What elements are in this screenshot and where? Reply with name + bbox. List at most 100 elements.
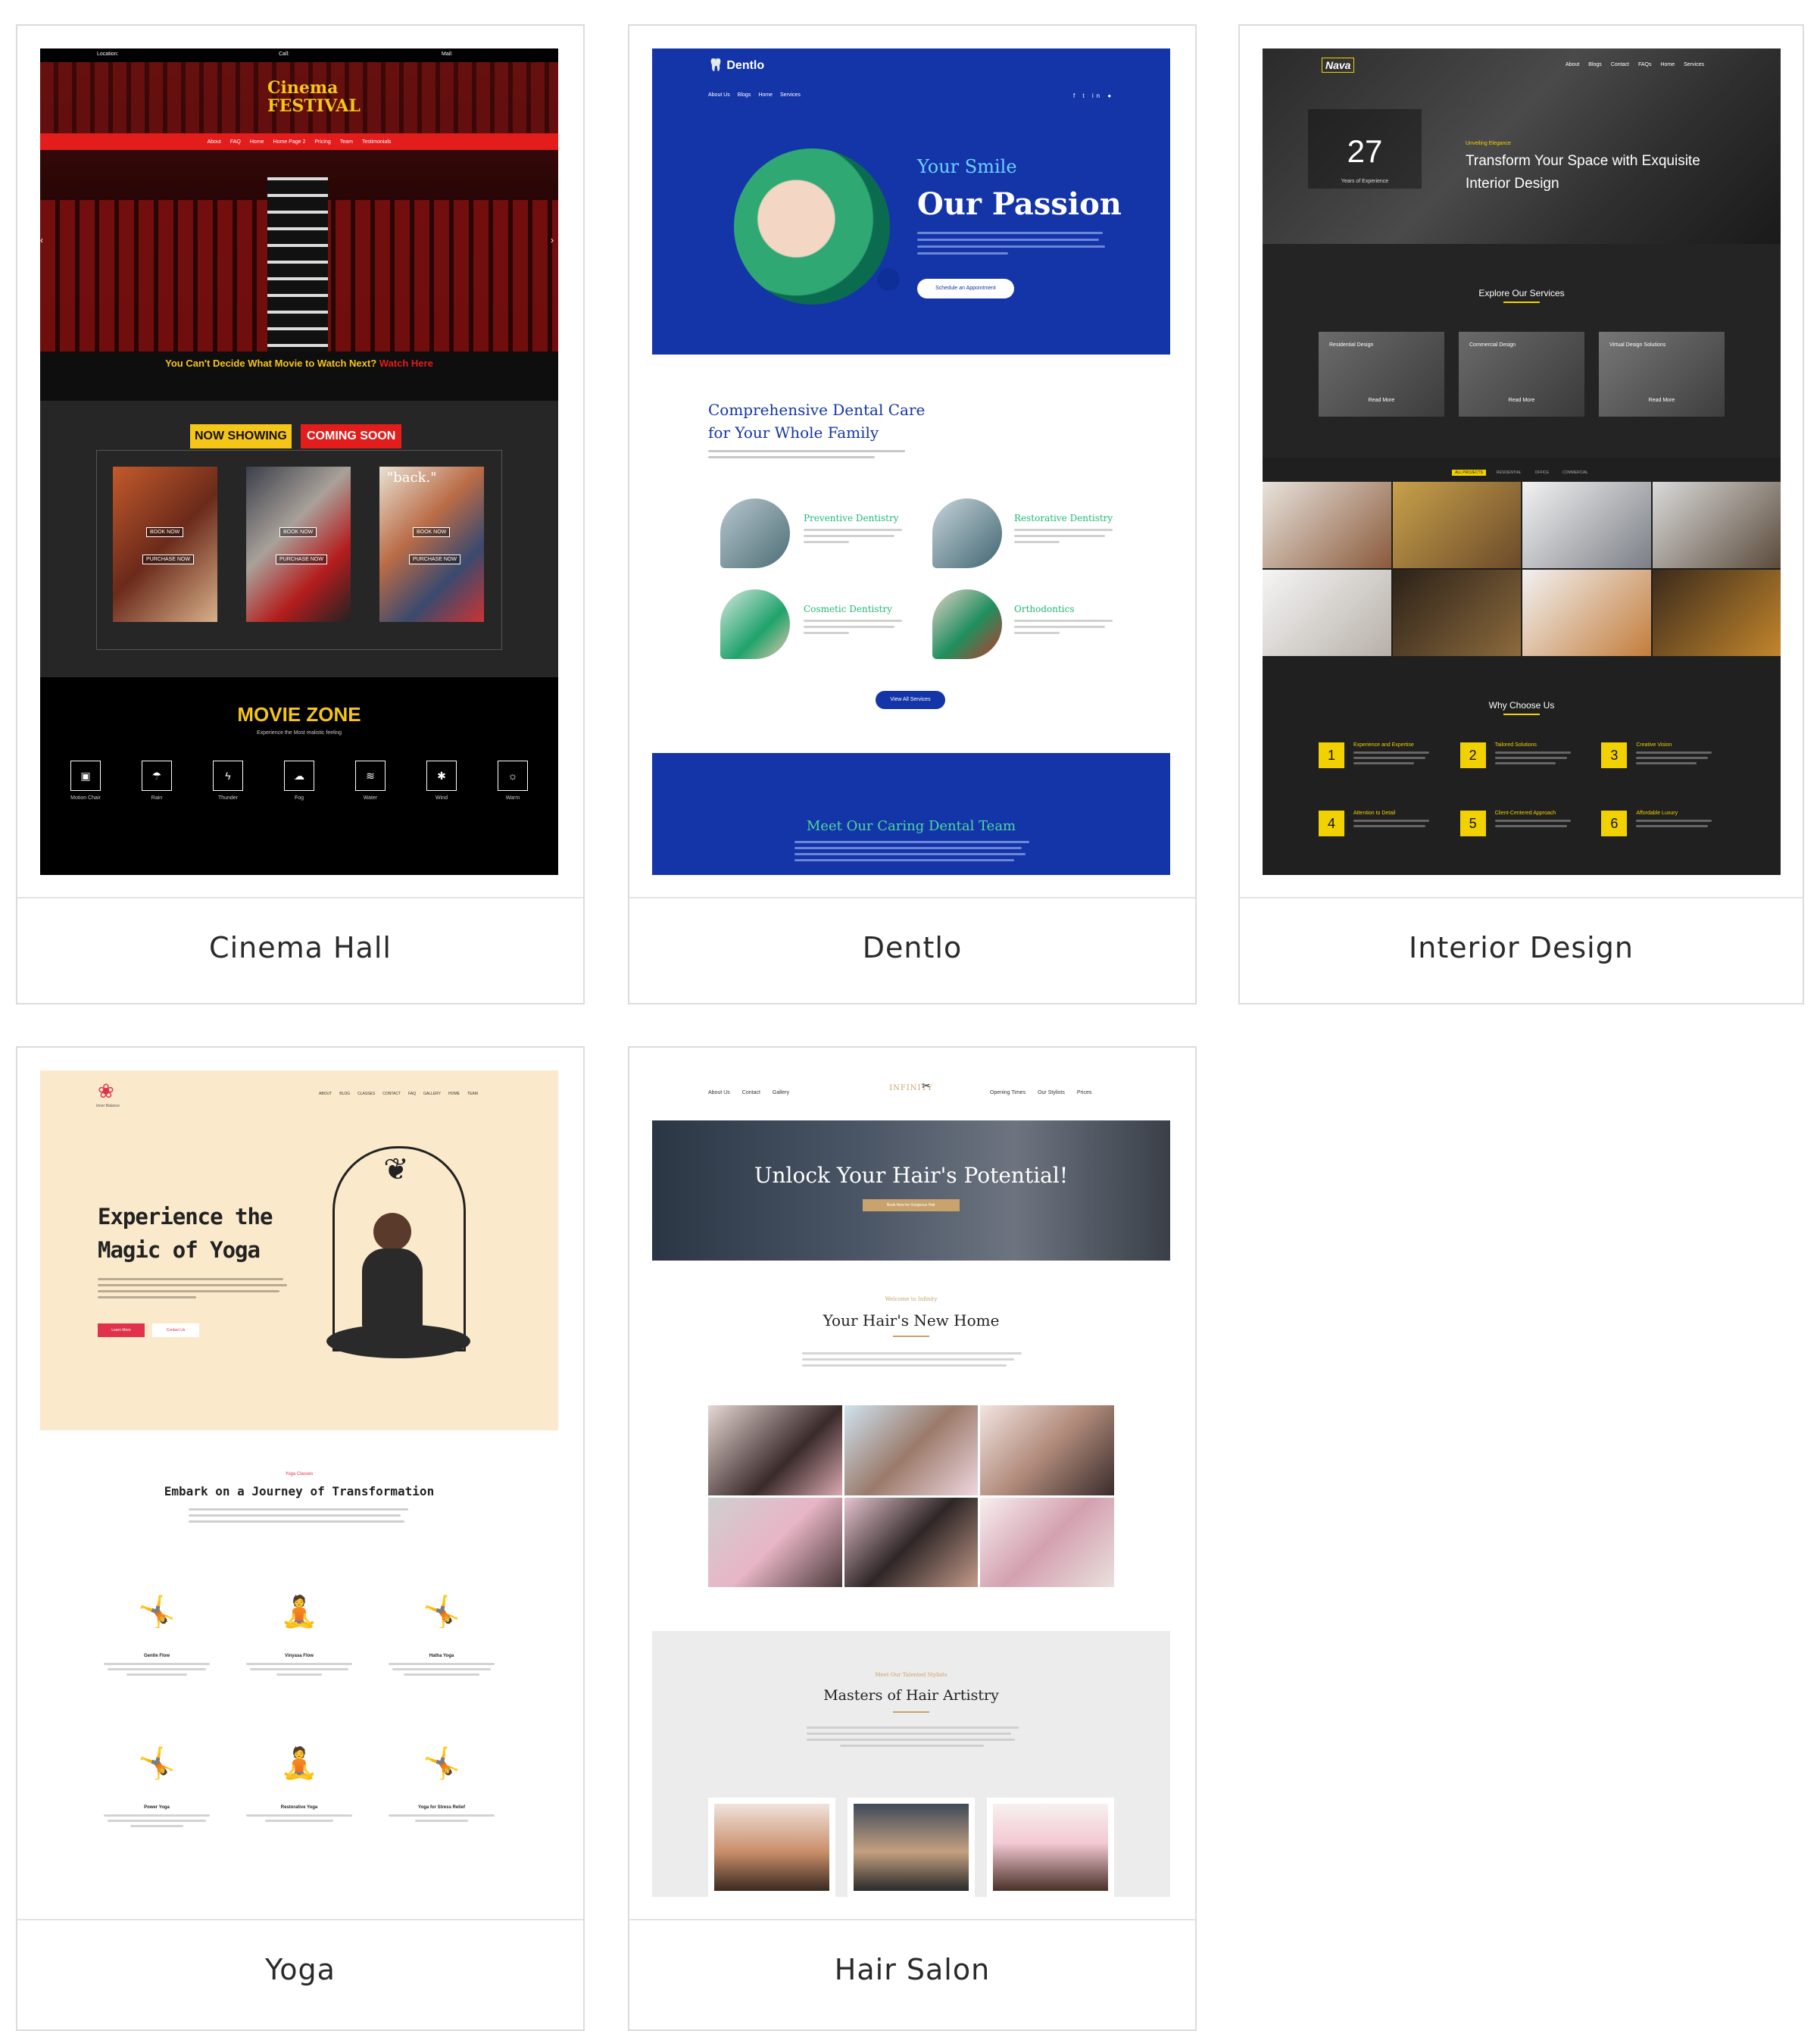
project-photo[interactable]: [1263, 570, 1391, 656]
filter-tab[interactable]: ALL PROJECTS: [1452, 470, 1486, 476]
yoga-nav-item[interactable]: ABOUT: [319, 1092, 332, 1096]
filter-tab[interactable]: RESIDENTIAL: [1494, 470, 1525, 476]
salon-nav-item[interactable]: Opening Times: [990, 1090, 1026, 1095]
purchase-now-button[interactable]: PURCHASE NOW: [409, 555, 460, 564]
service-name[interactable]: Preventive Dentistry: [804, 513, 898, 523]
book-now-button[interactable]: Book Now for Gorgeous Hair: [863, 1199, 960, 1211]
dentlo-logo[interactable]: Dentlo: [726, 59, 764, 72]
service-card[interactable]: Commercial Design Read More: [1459, 332, 1584, 417]
template-card-hair-salon[interactable]: About Us Contact Gallery INFINITY ✂ Open…: [628, 1046, 1197, 2031]
interior-nav-item[interactable]: FAQs: [1638, 62, 1652, 67]
dentlo-nav-item[interactable]: Services: [780, 92, 801, 98]
cinema-nav-item[interactable]: Pricing: [314, 139, 330, 145]
read-more-link[interactable]: Read More: [1459, 398, 1584, 403]
cinema-tagline-link[interactable]: Watch Here: [379, 358, 433, 369]
salon-nav-item[interactable]: Gallery: [773, 1090, 789, 1095]
interior-nav-item[interactable]: Contact: [1611, 62, 1629, 67]
stylist-card[interactable]: [848, 1798, 975, 1897]
service-card[interactable]: Virtual Design Solutions Read More: [1599, 332, 1725, 417]
contact-us-button[interactable]: Contact Us: [152, 1323, 199, 1337]
yoga-nav-item[interactable]: TEAM: [467, 1092, 478, 1096]
gallery-photo[interactable]: [980, 1405, 1114, 1495]
movie-poster[interactable]: [246, 467, 351, 622]
tab-now-showing[interactable]: NOW SHOWING: [190, 424, 292, 448]
salon-nav-item[interactable]: About Us: [708, 1090, 730, 1095]
cinema-nav-item[interactable]: Home: [250, 139, 264, 145]
book-now-button[interactable]: BOOK NOW: [146, 527, 184, 537]
dentlo-nav-item[interactable]: Blogs: [738, 92, 751, 98]
yoga-nav-item[interactable]: BLOG: [339, 1092, 350, 1096]
salon-nav-item[interactable]: Contact: [742, 1090, 760, 1095]
yoga-class[interactable]: 🤸 Hatha Yoga: [370, 1570, 513, 1722]
card-title[interactable]: Interior Design: [1240, 898, 1803, 997]
gallery-photo[interactable]: [844, 1497, 979, 1587]
project-photo[interactable]: [1392, 570, 1521, 656]
interior-nav-item[interactable]: Blogs: [1588, 62, 1602, 67]
movie-poster[interactable]: [379, 467, 484, 622]
tab-coming-soon[interactable]: COMING SOON: [301, 424, 402, 448]
cinema-nav-item[interactable]: Home Page 2: [273, 139, 306, 145]
stylist-card[interactable]: [987, 1798, 1114, 1897]
gallery-photo[interactable]: [844, 1405, 979, 1495]
yoga-class[interactable]: 🧘 Restorative Yoga: [228, 1722, 370, 1873]
view-all-services-button[interactable]: View All Services: [876, 691, 945, 709]
template-card-cinema-hall[interactable]: Location: Call: Mail: Cinema FESTIVAL Ab…: [16, 24, 585, 1005]
stylist-card[interactable]: [708, 1798, 835, 1897]
cinema-nav-item[interactable]: Team: [340, 139, 353, 145]
yoga-nav-item[interactable]: CLASSES: [357, 1092, 375, 1096]
filter-tab[interactable]: OFFICE: [1532, 470, 1552, 476]
project-photo[interactable]: [1263, 482, 1391, 568]
lotus-logo-icon[interactable]: ❀: [98, 1080, 114, 1103]
project-photo[interactable]: [1652, 570, 1781, 656]
read-more-link[interactable]: Read More: [1319, 398, 1444, 403]
card-title[interactable]: Hair Salon: [629, 1920, 1195, 2019]
dentlo-nav-item[interactable]: About Us: [708, 92, 730, 98]
gallery-photo[interactable]: [708, 1497, 842, 1587]
learn-more-button[interactable]: Learn More: [98, 1323, 145, 1337]
dentlo-nav-item[interactable]: Home: [758, 92, 773, 98]
cinema-nav-item[interactable]: Testimonials: [362, 139, 392, 145]
salon-nav-item[interactable]: Our Stylists: [1038, 1090, 1065, 1095]
card-title[interactable]: Dentlo: [629, 898, 1195, 997]
yoga-nav-item[interactable]: GALLERY: [423, 1092, 441, 1096]
card-title[interactable]: Cinema Hall: [17, 898, 583, 997]
yoga-class[interactable]: 🤸 Power Yoga: [86, 1722, 228, 1873]
yoga-nav-item[interactable]: CONTACT: [382, 1092, 401, 1096]
read-more-link[interactable]: Read More: [1599, 398, 1725, 403]
book-now-button[interactable]: BOOK NOW: [279, 527, 317, 537]
cinema-nav-item[interactable]: About: [208, 139, 221, 145]
yoga-class[interactable]: 🤸 Gentle Flow: [86, 1570, 228, 1722]
gallery-photo[interactable]: [708, 1405, 842, 1495]
service-name[interactable]: Restorative Dentistry: [1014, 513, 1113, 523]
yoga-class[interactable]: 🤸 Yoga for Stress Relief: [370, 1722, 513, 1873]
schedule-appointment-button[interactable]: Schedule an Appointment: [917, 279, 1014, 298]
purchase-now-button[interactable]: PURCHASE NOW: [142, 555, 194, 564]
interior-nav-item[interactable]: Services: [1684, 62, 1704, 67]
social-icons[interactable]: f t in ●: [1073, 92, 1114, 99]
service-name[interactable]: Cosmetic Dentistry: [804, 604, 892, 614]
slider-prev-icon[interactable]: ‹: [40, 235, 48, 245]
interior-nav-item[interactable]: Home: [1660, 62, 1675, 67]
yoga-nav-item[interactable]: FAQ: [408, 1092, 416, 1096]
book-now-button[interactable]: BOOK NOW: [413, 527, 451, 537]
template-card-yoga[interactable]: ❀ Inner Balance ABOUT BLOG CLASSES CONTA…: [16, 1046, 585, 2031]
nava-logo[interactable]: Nava: [1322, 58, 1355, 73]
service-name[interactable]: Orthodontics: [1014, 604, 1075, 614]
template-card-interior-design[interactable]: Nava About Blogs Contact FAQs Home Servi…: [1238, 24, 1804, 1005]
gallery-photo[interactable]: [980, 1497, 1114, 1587]
card-title[interactable]: Yoga: [17, 1920, 583, 2019]
project-photo[interactable]: [1652, 482, 1781, 568]
salon-logo[interactable]: INFINITY: [872, 1084, 951, 1092]
yoga-nav-item[interactable]: HOME: [448, 1092, 460, 1096]
slider-next-icon[interactable]: ›: [551, 235, 558, 245]
project-photo[interactable]: [1522, 570, 1651, 656]
project-photo[interactable]: [1392, 482, 1521, 568]
salon-nav-item[interactable]: Prices: [1077, 1090, 1091, 1095]
cinema-nav-item[interactable]: FAQ: [230, 139, 241, 145]
project-photo[interactable]: [1522, 482, 1651, 568]
purchase-now-button[interactable]: PURCHASE NOW: [276, 555, 327, 564]
service-card[interactable]: Residential Design Read More: [1319, 332, 1444, 417]
yoga-class[interactable]: 🧘 Vinyasa Flow: [228, 1570, 370, 1722]
template-card-dentlo[interactable]: 🦷 Dentlo About Us Blogs Home Services f …: [628, 24, 1197, 1005]
interior-nav-item[interactable]: About: [1566, 62, 1579, 67]
